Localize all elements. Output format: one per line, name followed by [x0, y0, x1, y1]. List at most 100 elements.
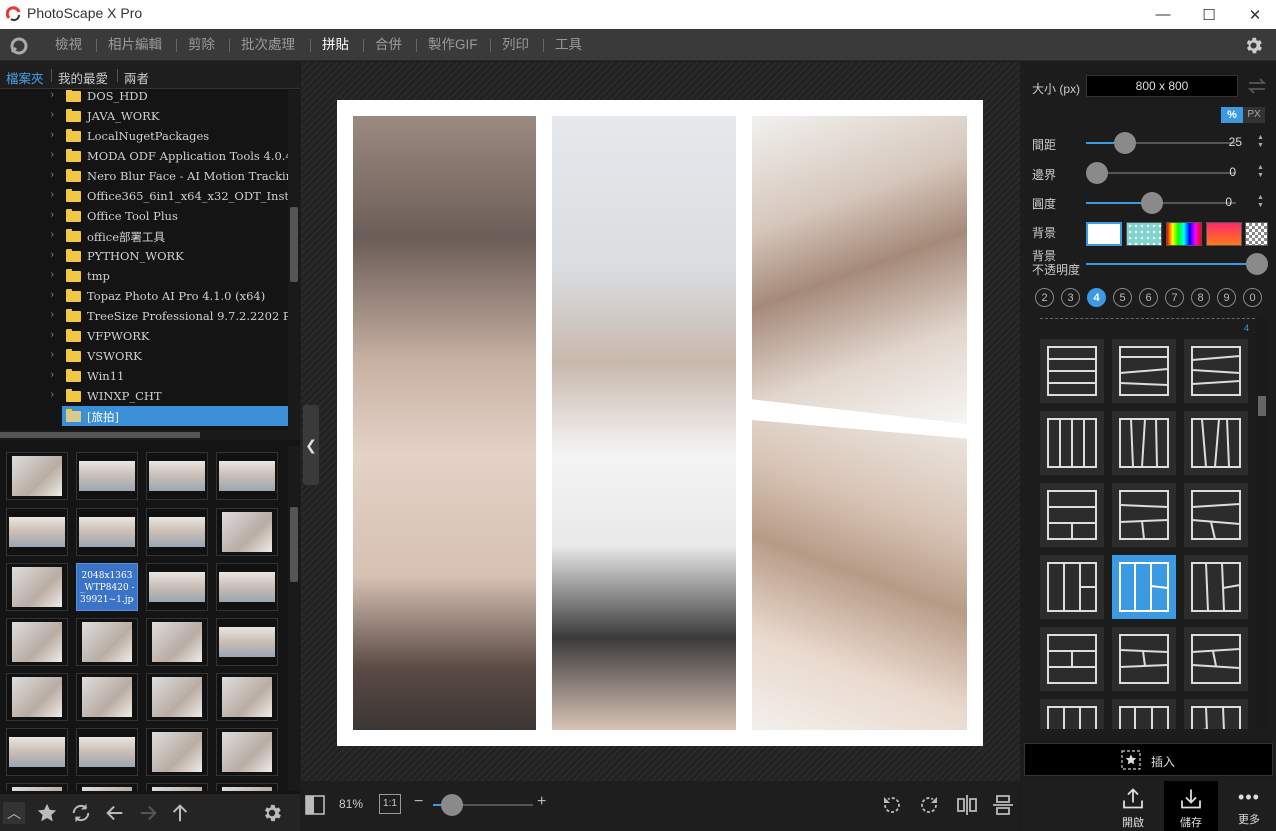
chevron-right-icon[interactable]: › — [50, 268, 54, 281]
layout-template[interactable] — [1112, 411, 1176, 475]
menu-item-photo-edit[interactable]: 相片編輯 — [108, 29, 162, 61]
menu-item-collage[interactable]: 拼貼 — [322, 29, 349, 61]
collage-photo-cell[interactable] — [752, 116, 967, 424]
tree-folder-row-selected[interactable]: [旅拍] — [62, 406, 288, 426]
tree-folder-row[interactable]: › LocalNugetPackages — [0, 126, 288, 146]
close-button[interactable]: ✕ — [1232, 0, 1276, 29]
tree-folder-row[interactable]: › MODA ODF Application Tools 4.0.4 Portal — [0, 146, 288, 166]
unit-px-toggle[interactable]: PX — [1243, 107, 1265, 123]
photo-thumbnail[interactable] — [216, 452, 278, 500]
home-logo-icon[interactable] — [9, 36, 29, 56]
zoom-slider-knob[interactable] — [441, 794, 463, 816]
size-input[interactable]: 800 x 800 — [1086, 75, 1238, 97]
photo-thumbnail[interactable] — [6, 508, 68, 556]
chevron-right-icon[interactable]: › — [50, 368, 54, 381]
refresh-icon[interactable] — [70, 802, 92, 824]
background-rainbow-swatch[interactable] — [1166, 222, 1202, 246]
tab-favorites[interactable]: 我的最愛 — [58, 68, 108, 87]
actual-size-button[interactable]: 1:1 — [379, 794, 401, 814]
layout-template[interactable] — [1184, 339, 1248, 403]
photo-thumbnail[interactable] — [76, 452, 138, 500]
photo-thumbnail[interactable] — [146, 563, 208, 611]
settings-gear-icon[interactable] — [1243, 35, 1264, 56]
collapse-panel-chevron-left-icon[interactable]: ❮ — [303, 405, 319, 485]
opacity-slider[interactable] — [1086, 263, 1256, 265]
forward-arrow-icon[interactable] — [137, 802, 159, 824]
layout-template[interactable] — [1112, 699, 1176, 729]
photo-thumbnail-selected[interactable]: 2048x1363 _WTP8420 - 39921~1.jpg — [76, 563, 138, 611]
layout-scrollbar[interactable] — [1256, 318, 1268, 729]
menu-item-cut-out[interactable]: 剪除 — [188, 29, 215, 61]
border-slider-knob[interactable] — [1086, 162, 1108, 184]
photo-thumbnail[interactable] — [216, 508, 278, 556]
unit-percent-toggle[interactable]: % — [1221, 107, 1243, 123]
tree-folder-row[interactable]: › VSWORK — [0, 346, 288, 366]
photo-thumbnail[interactable] — [146, 728, 208, 776]
chevron-right-icon[interactable]: › — [50, 208, 54, 221]
compare-split-icon[interactable] — [305, 795, 325, 815]
zoom-out-icon[interactable]: − — [414, 793, 423, 811]
photo-thumbnail[interactable] — [6, 673, 68, 721]
photo-thumbnail[interactable] — [146, 508, 208, 556]
tree-folder-row[interactable]: › DOS_HDD — [0, 90, 288, 106]
layout-template[interactable] — [1184, 627, 1248, 691]
collage-photo-cell[interactable] — [552, 116, 736, 730]
tree-folder-row[interactable]: › Office365_6in1_x64_x32_ODT_Installer — [0, 186, 288, 206]
spacing-slider-knob[interactable] — [1114, 132, 1136, 154]
tree-folder-row[interactable]: › tmp — [0, 266, 288, 286]
tree-folder-row[interactable]: › Win11 — [0, 366, 288, 386]
tree-folder-row[interactable]: › VFPWORK — [0, 326, 288, 346]
photo-thumbnail[interactable] — [146, 783, 208, 791]
photo-thumbnail[interactable] — [6, 452, 68, 500]
photo-thumbnail[interactable] — [76, 728, 138, 776]
zoom-percent[interactable]: 81% — [339, 797, 363, 811]
layout-template[interactable] — [1040, 483, 1104, 547]
photo-thumbnail[interactable] — [216, 563, 278, 611]
layout-template[interactable] — [1040, 699, 1104, 729]
save-button[interactable]: 儲存 — [1164, 781, 1218, 831]
photo-count-6[interactable]: 6 — [1139, 288, 1158, 307]
tree-folder-row[interactable]: › office部署工具 — [0, 226, 288, 246]
background-white-swatch[interactable] — [1086, 222, 1122, 246]
photo-count-0[interactable]: 0 — [1243, 288, 1262, 307]
photo-count-7[interactable]: 7 — [1165, 288, 1184, 307]
tree-folder-row[interactable]: › JAVA_WORK — [0, 106, 288, 126]
chevron-right-icon[interactable]: › — [50, 108, 54, 121]
thumbnail-scrollbar[interactable] — [288, 446, 300, 791]
chevron-right-icon[interactable]: › — [50, 348, 54, 361]
photo-thumbnail[interactable] — [216, 728, 278, 776]
menu-item-combine[interactable]: 合併 — [375, 29, 402, 61]
layout-template[interactable] — [1184, 699, 1248, 729]
layout-template[interactable] — [1112, 339, 1176, 403]
favorite-star-icon[interactable] — [36, 802, 58, 824]
photo-count-2[interactable]: 2 — [1035, 288, 1054, 307]
layout-template[interactable] — [1040, 555, 1104, 619]
swap-size-icon[interactable] — [1246, 76, 1268, 96]
chevron-right-icon[interactable]: › — [50, 328, 54, 341]
background-pattern-swatch[interactable] — [1126, 222, 1162, 246]
photo-thumbnail[interactable] — [76, 508, 138, 556]
photo-count-9[interactable]: 9 — [1217, 288, 1236, 307]
open-button[interactable]: 開啟 — [1106, 781, 1160, 831]
chevron-right-icon[interactable]: › — [50, 168, 54, 181]
layout-template-selected[interactable] — [1112, 555, 1176, 619]
photo-thumbnail[interactable] — [216, 673, 278, 721]
tree-folder-row[interactable]: › TreeSize Professional 9.7.2.2202 Portab… — [0, 306, 288, 326]
tab-folders[interactable]: 檔案夾 — [6, 68, 44, 87]
photo-thumbnail[interactable] — [76, 673, 138, 721]
photo-count-3[interactable]: 3 — [1061, 288, 1080, 307]
layout-template[interactable] — [1040, 339, 1104, 403]
tree-folder-row[interactable]: › Office Tool Plus — [0, 206, 288, 226]
back-arrow-icon[interactable] — [104, 802, 126, 824]
chevron-right-icon[interactable]: › — [50, 128, 54, 141]
up-arrow-icon[interactable] — [169, 802, 191, 824]
flip-vertical-icon[interactable] — [991, 793, 1015, 817]
photo-thumbnail[interactable] — [6, 618, 68, 666]
tree-folder-row[interactable]: › PYTHON_WORK — [0, 246, 288, 266]
spacing-value[interactable]: 25 — [1218, 135, 1242, 149]
chevron-right-icon[interactable]: › — [50, 148, 54, 161]
rotate-left-icon[interactable] — [880, 793, 904, 817]
collage-photo-cell[interactable] — [353, 116, 536, 730]
photo-count-8[interactable]: 8 — [1191, 288, 1210, 307]
tree-folder-row[interactable]: › Nero Blur Face - AI Motion Tracking Vid… — [0, 166, 288, 186]
